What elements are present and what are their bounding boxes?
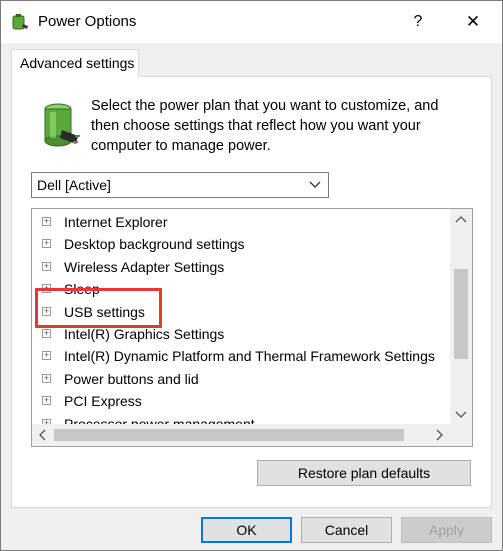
title-bar[interactable]: Power Options ? ✕ xyxy=(1,1,502,43)
description-text: Select the power plan that you want to c… xyxy=(91,98,439,154)
expand-plus-icon[interactable]: + xyxy=(42,217,51,226)
power-plan-select-value: Dell [Active] xyxy=(37,177,111,193)
tree-item[interactable]: + Internet Explorer xyxy=(32,211,450,233)
help-button[interactable]: ? xyxy=(405,10,431,34)
tree-item[interactable]: + Wireless Adapter Settings xyxy=(32,256,450,278)
expand-plus-icon[interactable]: + xyxy=(42,373,51,383)
tree-item-label: Power buttons and lid xyxy=(64,370,199,387)
apply-button: Apply xyxy=(401,517,492,543)
expand-plus-icon[interactable]: + xyxy=(42,351,51,361)
scroll-right-icon[interactable] xyxy=(428,424,450,446)
tree-item[interactable]: + Desktop background settings xyxy=(32,233,450,255)
tab-advanced-settings[interactable]: Advanced settings xyxy=(11,49,139,77)
tree-item-label: PCI Express xyxy=(64,393,142,410)
scroll-up-icon[interactable] xyxy=(450,209,472,231)
tree-item-label: Internet Explorer xyxy=(64,214,168,230)
scrollbar-corner xyxy=(450,424,472,446)
power-plan-select[interactable]: Dell [Active] xyxy=(31,172,329,198)
battery-plug-icon xyxy=(44,103,80,147)
window-title: Power Options xyxy=(38,13,137,30)
vertical-scroll-thumb[interactable] xyxy=(454,269,468,359)
power-options-window: Power Options ? ✕ Advanced settings Sele… xyxy=(0,0,503,551)
cancel-button[interactable]: Cancel xyxy=(301,517,392,543)
scroll-left-icon[interactable] xyxy=(32,424,54,446)
horizontal-scroll-thumb[interactable] xyxy=(54,429,404,441)
tree-item-label: Intel(R) Dynamic Platform and Thermal Fr… xyxy=(64,348,435,365)
tree-item[interactable]: + PCI Express xyxy=(32,390,450,412)
expand-plus-icon[interactable]: + xyxy=(42,396,51,406)
expand-plus-icon[interactable]: + xyxy=(42,261,51,271)
vertical-scrollbar[interactable] xyxy=(450,209,472,425)
tree-item-label: Desktop background settings xyxy=(64,236,245,253)
tree-item[interactable]: + Power buttons and lid xyxy=(32,368,450,390)
horizontal-scrollbar[interactable] xyxy=(32,424,450,446)
usb-settings-highlight-box xyxy=(35,288,162,328)
expand-plus-icon[interactable]: + xyxy=(42,239,51,249)
power-options-icon xyxy=(12,14,28,30)
tree-item-label: Wireless Adapter Settings xyxy=(64,258,225,275)
ok-button[interactable]: OK xyxy=(201,517,292,543)
expand-plus-icon[interactable]: + xyxy=(42,328,51,338)
tree-item[interactable]: + Intel(R) Dynamic Platform and Thermal F… xyxy=(32,345,450,367)
scroll-down-icon[interactable] xyxy=(450,403,472,425)
close-button[interactable]: ✕ xyxy=(459,10,487,34)
chevron-down-icon xyxy=(309,181,321,188)
restore-plan-defaults-button[interactable]: Restore plan defaults xyxy=(257,460,471,486)
